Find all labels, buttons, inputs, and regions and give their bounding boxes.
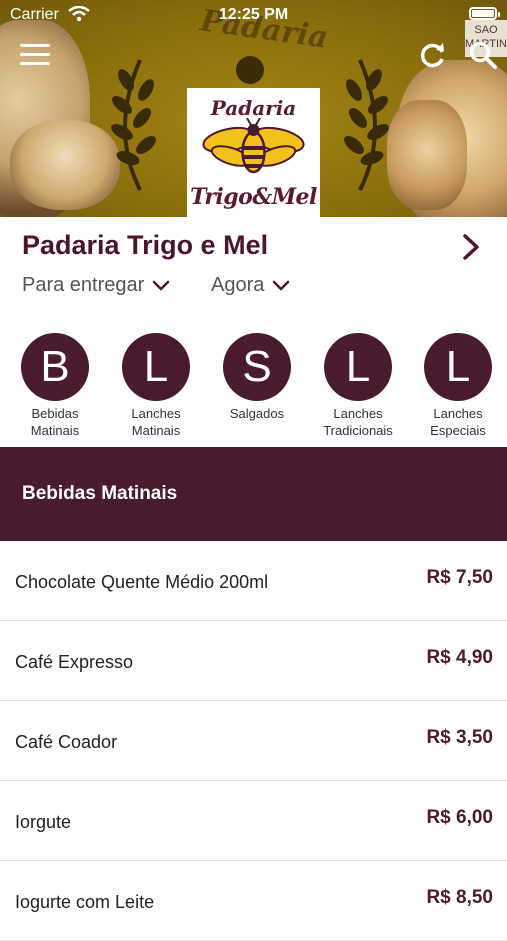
delivery-mode-dropdown[interactable]: Para entregar xyxy=(22,274,170,297)
bee-icon xyxy=(202,118,305,174)
category-label-line: Matinais xyxy=(131,423,181,438)
menu-item[interactable]: Iorgute R$ 6,00 xyxy=(0,781,507,861)
menu-item-price: R$ 8,50 xyxy=(426,887,493,908)
search-icon[interactable] xyxy=(468,40,498,70)
category-avatar: L xyxy=(122,333,190,401)
menu-item-price: R$ 6,00 xyxy=(426,807,493,828)
category-salgados[interactable]: S Salgados xyxy=(207,333,307,422)
menu-icon-bar xyxy=(20,44,50,47)
section-title: Bebidas Matinais xyxy=(22,483,178,504)
category-label-line: Matinais xyxy=(30,423,80,438)
battery-icon xyxy=(469,7,500,20)
store-logo: Padaria Trigo&Mel xyxy=(187,88,320,218)
category-lanches-tradicionais[interactable]: L Lanches Tradicionais xyxy=(308,333,408,439)
category-label: Salgados xyxy=(207,405,307,422)
category-label-line: Tradicionais xyxy=(323,423,393,438)
menu-item[interactable]: Iogurte com Leite R$ 8,50 xyxy=(0,861,507,941)
category-label-line: Lanches xyxy=(433,406,483,421)
logo-word-trigo-mel: Trigo&Mel xyxy=(190,184,317,210)
status-time: 12:25 PM xyxy=(218,6,289,23)
category-avatar: B xyxy=(21,333,89,401)
category-carousel[interactable]: B Bebidas Matinais L Lanches Matinais S … xyxy=(0,333,507,443)
category-lanches-matinais[interactable]: L Lanches Matinais xyxy=(106,333,206,439)
category-bebidas-matinais[interactable]: B Bebidas Matinais xyxy=(5,333,105,439)
category-label-line: Especiais xyxy=(430,423,486,438)
category-avatar: S xyxy=(223,333,291,401)
section-header: Bebidas Matinais xyxy=(0,447,507,541)
logo-word-padaria: Padaria xyxy=(210,96,297,120)
category-label: Lanches Especiais xyxy=(409,405,507,439)
chevron-down-icon xyxy=(153,280,170,290)
category-avatar: L xyxy=(324,333,392,401)
category-label: Bebidas Matinais xyxy=(5,405,105,439)
menu-icon-bar xyxy=(20,62,50,65)
menu-item[interactable]: Café Coador R$ 3,50 xyxy=(0,701,507,781)
category-avatar: L xyxy=(424,333,492,401)
delivery-mode-label: Para entregar xyxy=(22,274,145,296)
chevron-down-icon xyxy=(273,280,290,290)
menu-item-name: Iogurte com Leite xyxy=(15,892,155,912)
menu-button[interactable] xyxy=(20,44,50,68)
menu-item-price: R$ 7,50 xyxy=(426,567,493,588)
category-label-line: Lanches xyxy=(333,406,383,421)
menu-item-price: R$ 3,50 xyxy=(426,727,493,748)
schedule-label: Agora xyxy=(211,274,265,296)
category-label-line: Bebidas xyxy=(31,406,79,421)
menu-item[interactable]: Café Expresso R$ 4,90 xyxy=(0,621,507,701)
store-name[interactable]: Padaria Trigo e Mel xyxy=(22,230,268,261)
schedule-dropdown[interactable]: Agora xyxy=(211,274,290,297)
category-lanches-especiais[interactable]: L Lanches Especiais xyxy=(409,333,507,439)
menu-item-list: Chocolate Quente Médio 200ml R$ 7,50 Caf… xyxy=(0,541,507,941)
status-bar: Carrier 12:25 PM xyxy=(0,0,507,30)
category-label-line: Salgados xyxy=(229,406,285,421)
refresh-icon[interactable] xyxy=(418,40,448,70)
menu-icon-bar xyxy=(20,53,50,56)
menu-item-name: Café Expresso xyxy=(15,652,134,672)
menu-item-name: Iorgute xyxy=(15,812,72,832)
menu-item-name: Chocolate Quente Médio 200ml xyxy=(15,572,269,592)
category-label: Lanches Tradicionais xyxy=(308,405,408,439)
chevron-right-icon[interactable] xyxy=(458,232,484,262)
category-label: Lanches Matinais xyxy=(106,405,206,439)
menu-item[interactable]: Chocolate Quente Médio 200ml R$ 7,50 xyxy=(0,541,507,621)
menu-item-name: Café Coador xyxy=(15,732,118,752)
menu-item-price: R$ 4,90 xyxy=(426,647,493,668)
category-label-line: Lanches xyxy=(131,406,181,421)
